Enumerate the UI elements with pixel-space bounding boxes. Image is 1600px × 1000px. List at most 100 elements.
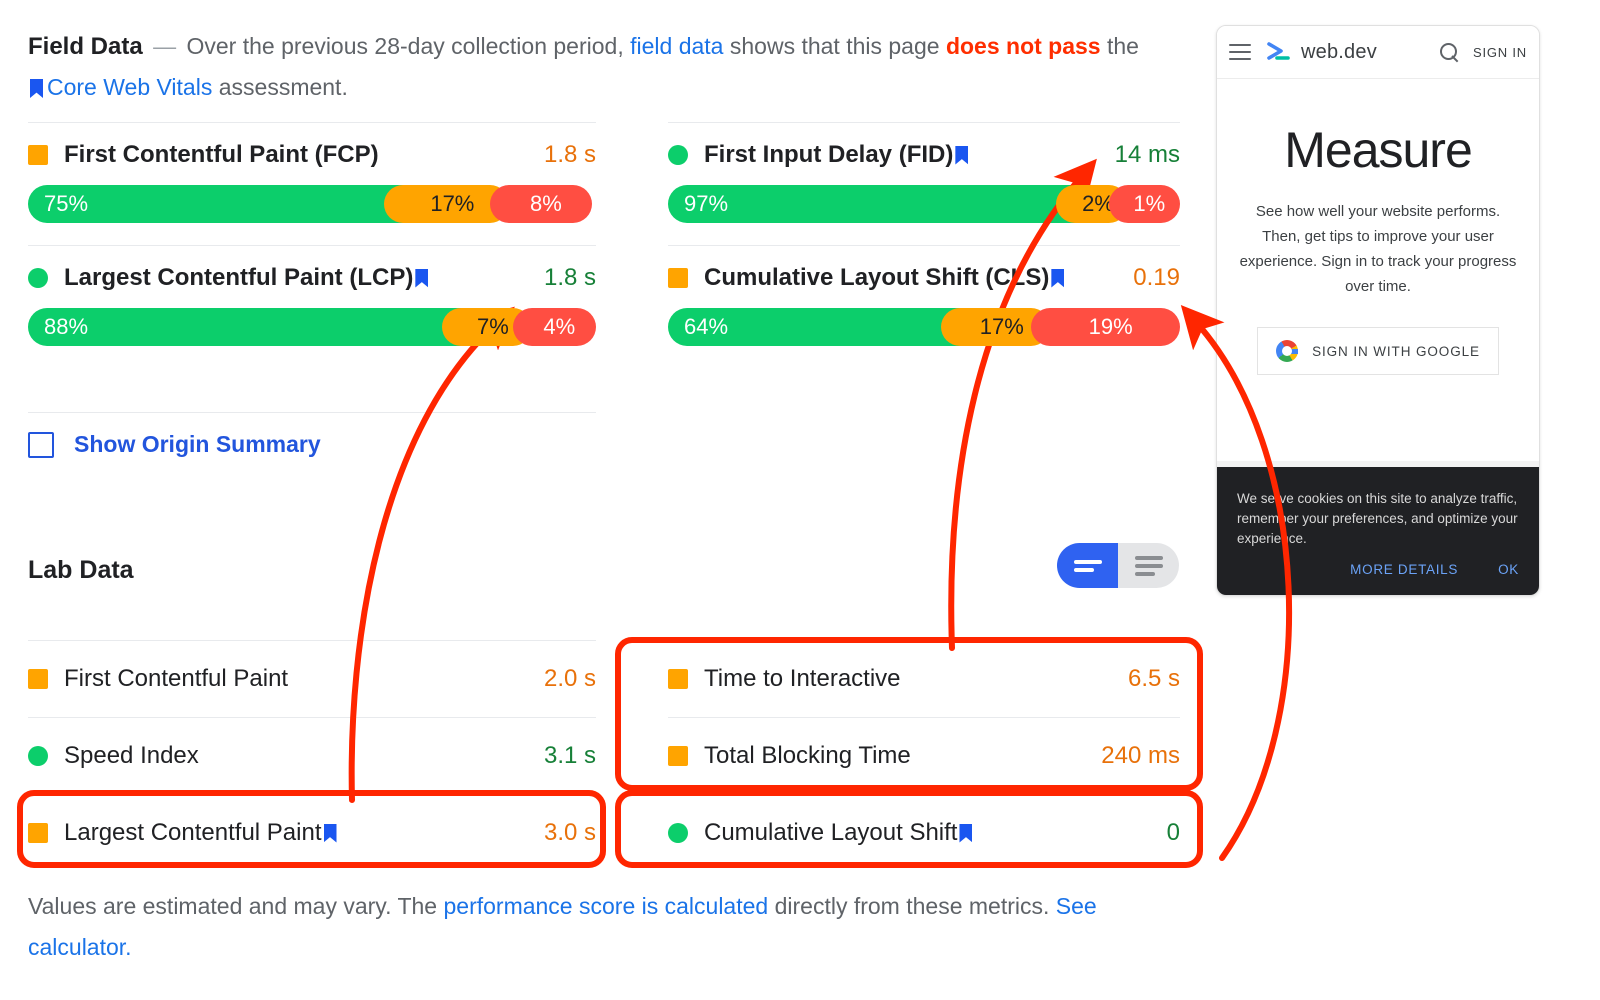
- status-square-icon: [28, 669, 48, 689]
- does-not-pass-text: does not pass: [945, 33, 1101, 59]
- metric-name: Largest Contentful Paint: [64, 819, 322, 846]
- footer-text-1: Values are estimated and may vary. The: [28, 893, 438, 919]
- metric-value: 2.0 s: [543, 665, 596, 692]
- bar-segment-poor: 19%: [1031, 308, 1180, 346]
- bar-segment-good: 97%: [668, 185, 1076, 223]
- lab-metric-total-blocking-time: Total Blocking Time 240 ms: [668, 717, 1180, 794]
- preview-sign-in-link[interactable]: SIGN IN: [1473, 45, 1527, 60]
- metric-name: Time to Interactive: [704, 665, 901, 692]
- field-metric-fid: First Input Delay (FID) 14 ms 97% 2% 1%: [668, 122, 1180, 245]
- header-intro-4: assessment.: [218, 74, 348, 100]
- bar-segment-good: 75%: [28, 185, 403, 223]
- bookmark-icon: [1051, 268, 1065, 288]
- metric-value: 1.8 s: [543, 264, 596, 291]
- preview-description: See how well your website performs. Then…: [1239, 203, 1517, 295]
- sign-in-with-google-button[interactable]: SIGN IN WITH GOOGLE: [1257, 327, 1499, 375]
- field-metric-cell: First Input Delay (FID) 14 ms 97% 2% 1% …: [624, 122, 1180, 368]
- preview-body: Measure See how well your website perfor…: [1217, 79, 1539, 375]
- view-toggle[interactable]: [1057, 543, 1179, 588]
- metric-name: Total Blocking Time: [704, 742, 911, 769]
- bar-segment-good: 88%: [28, 308, 462, 346]
- status-square-icon: [28, 823, 48, 843]
- cookie-banner-actions: MORE DETAILS OK: [1350, 562, 1519, 577]
- footer-note: Values are estimated and may vary. The p…: [28, 886, 1108, 968]
- lab-metrics-grid: First Contentful Paint 2.0 s Speed Index…: [28, 640, 1180, 871]
- status-square-icon: [668, 746, 688, 766]
- cookie-ok-button[interactable]: OK: [1498, 562, 1519, 577]
- lab-metric-column-right: Time to Interactive 6.5 s Total Blocking…: [624, 640, 1180, 871]
- status-square-icon: [668, 669, 688, 689]
- google-logo-icon: [1276, 340, 1299, 362]
- metric-name: Cumulative Layout Shift: [704, 819, 958, 846]
- preview-top-bar: web.dev SIGN IN: [1217, 26, 1539, 79]
- bookmark-icon: [415, 268, 429, 288]
- metric-value: 3.0 s: [543, 819, 596, 846]
- field-data-link[interactable]: field data: [630, 33, 723, 59]
- distribution-bar: 88% 7% 4%: [28, 308, 596, 346]
- web-dev-logo-icon: [1267, 42, 1293, 62]
- bookmark-icon: [955, 145, 969, 165]
- distribution-bar: 75% 17% 8%: [28, 185, 596, 223]
- cookie-more-details-button[interactable]: MORE DETAILS: [1350, 562, 1458, 577]
- bookmark-icon: [30, 79, 43, 98]
- lab-metric-time-to-interactive: Time to Interactive 6.5 s: [668, 640, 1180, 717]
- field-metric-lcp: Largest Contentful Paint (LCP) 1.8 s 88%…: [28, 245, 596, 368]
- lab-metric-column-left: First Contentful Paint 2.0 s Speed Index…: [28, 640, 624, 871]
- status-square-icon: [668, 268, 688, 288]
- toggle-compact-view-button[interactable]: [1057, 543, 1118, 588]
- metric-name: First Contentful Paint: [64, 665, 289, 692]
- search-icon[interactable]: [1440, 42, 1459, 62]
- web-dev-brand-label: web.dev: [1301, 40, 1377, 63]
- header-dash: —: [153, 33, 177, 59]
- metric-name: First Contentful Paint (FCP): [64, 141, 379, 168]
- field-metric-cell: First Contentful Paint (FCP) 1.8 s 75% 1…: [28, 122, 624, 368]
- metric-value: 6.5 s: [1127, 665, 1180, 692]
- lab-data-title: Lab Data: [28, 556, 134, 584]
- cookie-consent-banner: We serve cookies on this site to analyze…: [1217, 467, 1539, 595]
- sign-in-with-google-label: SIGN IN WITH GOOGLE: [1312, 343, 1480, 359]
- header-intro-1: Over the previous 28-day collection peri…: [186, 33, 624, 59]
- hamburger-menu-icon[interactable]: [1229, 44, 1251, 60]
- metric-name: Largest Contentful Paint (LCP): [64, 264, 414, 291]
- distribution-bar: 97% 2% 1%: [668, 185, 1180, 223]
- status-circle-icon: [668, 823, 688, 843]
- compact-view-icon: [1073, 559, 1102, 572]
- metric-name: Cumulative Layout Shift (CLS): [704, 264, 1050, 291]
- metric-value: 240 ms: [1101, 742, 1180, 769]
- show-origin-summary-row[interactable]: Show Origin Summary: [28, 412, 596, 458]
- distribution-bar: 64% 17% 19%: [668, 308, 1180, 346]
- lab-metric-speed-index: Speed Index 3.1 s: [28, 717, 596, 794]
- metric-value: 1.8 s: [543, 141, 596, 168]
- lab-metric-cumulative-layout-shift: Cumulative Layout Shift 0: [668, 794, 1180, 871]
- header-intro-3: the: [1107, 33, 1139, 59]
- header-intro-2: shows that this page: [729, 33, 940, 59]
- status-square-icon: [28, 145, 48, 165]
- lab-metric-largest-contentful-paint: Largest Contentful Paint 3.0 s: [28, 794, 596, 871]
- preview-heading: Measure: [1284, 122, 1473, 178]
- status-circle-icon: [668, 145, 688, 165]
- field-metric-cls: Cumulative Layout Shift (CLS) 0.19 64% 1…: [668, 245, 1180, 368]
- footer-text-2: directly from these metrics.: [774, 893, 1050, 919]
- performance-score-link[interactable]: performance score is calculated: [443, 893, 768, 919]
- metric-name: Speed Index: [64, 742, 199, 769]
- lab-metric-first-contentful-paint: First Contentful Paint 2.0 s: [28, 640, 596, 717]
- field-metric-fcp: First Contentful Paint (FCP) 1.8 s 75% 1…: [28, 122, 596, 245]
- core-web-vitals-link[interactable]: Core Web Vitals: [47, 74, 212, 100]
- show-origin-summary-label: Show Origin Summary: [74, 431, 321, 457]
- bookmark-icon: [959, 823, 973, 843]
- cookie-banner-text: We serve cookies on this site to analyze…: [1237, 491, 1518, 546]
- bar-segment-poor: 4%: [512, 308, 596, 346]
- bar-segment-poor: 1%: [1108, 185, 1180, 223]
- page-screenshot-preview: web.dev SIGN IN Measure See how well you…: [1216, 25, 1540, 596]
- toggle-list-view-button[interactable]: [1118, 543, 1179, 588]
- show-origin-summary-checkbox[interactable]: [28, 431, 54, 458]
- list-view-icon: [1134, 555, 1163, 576]
- metric-value: 0: [1166, 819, 1180, 846]
- status-circle-icon: [28, 746, 48, 766]
- metric-name: First Input Delay (FID): [704, 141, 954, 168]
- metric-value: 0.19: [1133, 264, 1180, 291]
- bar-segment-good: 64%: [668, 308, 961, 346]
- metric-value: 3.1 s: [543, 742, 596, 769]
- metric-value: 14 ms: [1114, 141, 1180, 168]
- field-data-header: Field Data — Over the previous 28-day co…: [28, 26, 1148, 108]
